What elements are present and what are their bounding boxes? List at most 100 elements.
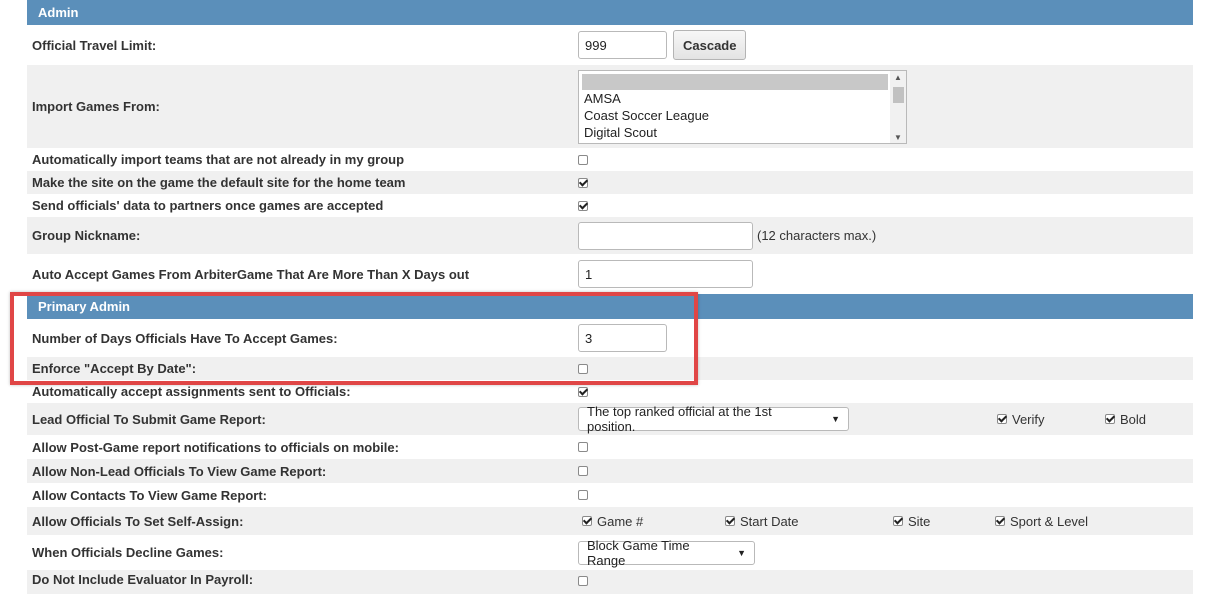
enforce-accept-by-control xyxy=(578,357,588,380)
self-assign-site-label: Site xyxy=(908,513,931,529)
self-assign-option-start-date[interactable]: Start Date xyxy=(725,514,799,529)
row-import-games: Import Games From: AMSA Coast Soccer Lea… xyxy=(27,65,1193,148)
group-nickname-controls: (12 characters max.) xyxy=(578,217,876,254)
lead-official-select[interactable]: The top ranked official at the 1st posit… xyxy=(578,404,849,434)
auto-accept-assignments-control xyxy=(578,380,588,403)
exclude-evaluator-control xyxy=(578,570,588,594)
travel-limit-input[interactable]: 999 xyxy=(578,31,667,59)
bold-option[interactable]: Bold xyxy=(1105,412,1146,427)
group-nickname-label: Group Nickname: xyxy=(32,228,141,243)
auto-accept-days-control: 1 xyxy=(578,254,753,294)
row-auto-import-teams: Automatically import teams that are not … xyxy=(27,148,1193,171)
row-send-officials-data: Send officials' data to partners once ga… xyxy=(27,194,1193,217)
decline-games-select[interactable]: Block Game Time Range ▼ xyxy=(578,537,755,568)
row-group-nickname: Group Nickname: (12 characters max.) xyxy=(27,217,1193,254)
travel-limit-controls: 999 Cascade xyxy=(578,25,747,65)
primary-admin-section-header: Primary Admin xyxy=(27,294,1193,319)
import-games-controls: AMSA Coast Soccer League Digital Scout ▲… xyxy=(578,65,907,148)
non-lead-view-checkbox[interactable] xyxy=(578,466,588,476)
row-default-site: Make the site on the game the default si… xyxy=(27,171,1193,194)
import-games-label: Import Games From: xyxy=(32,99,160,114)
post-game-notifications-label: Allow Post-Game report notifications to … xyxy=(32,439,399,455)
scroll-down-icon[interactable]: ▼ xyxy=(894,133,902,142)
chevron-down-icon: ▼ xyxy=(831,414,840,424)
listbox-option-blank[interactable] xyxy=(582,73,888,90)
auto-import-teams-control xyxy=(578,148,588,171)
scroll-up-icon[interactable]: ▲ xyxy=(894,73,902,82)
enforce-accept-by-checkbox[interactable] xyxy=(578,363,588,374)
self-assign-option-game[interactable]: Game # xyxy=(582,514,643,529)
post-game-notifications-checkbox[interactable] xyxy=(578,442,588,452)
travel-limit-label: Official Travel Limit: xyxy=(32,37,157,53)
self-assign-sport-level-label: Sport & Level xyxy=(1010,513,1089,529)
lead-official-label: Lead Official To Submit Game Report: xyxy=(32,411,266,427)
row-self-assign: Allow Officials To Set Self-Assign: Game… xyxy=(27,507,1193,535)
chevron-down-icon: ▼ xyxy=(737,547,746,558)
enforce-accept-by-label: Enforce "Accept By Date": xyxy=(32,361,197,376)
auto-import-teams-label: Automatically import teams that are not … xyxy=(32,152,405,167)
days-to-accept-label: Number of Days Officials Have To Accept … xyxy=(32,330,338,346)
self-assign-site-checkbox[interactable] xyxy=(893,516,903,526)
exclude-evaluator-label: Do Not Include Evaluator In Payroll: xyxy=(32,572,254,587)
send-officials-data-checkbox[interactable] xyxy=(578,200,588,211)
self-assign-game-label: Game # xyxy=(597,513,644,529)
send-officials-data-control xyxy=(578,194,588,217)
default-site-checkbox[interactable] xyxy=(578,177,588,188)
contacts-view-control xyxy=(578,483,588,507)
exclude-evaluator-checkbox[interactable] xyxy=(578,576,588,586)
row-enforce-accept-by: Enforce "Accept By Date": xyxy=(27,357,1193,380)
days-to-accept-input[interactable]: 3 xyxy=(578,324,667,352)
self-assign-option-site[interactable]: Site xyxy=(893,514,930,529)
listbox-option[interactable]: Coast Soccer League xyxy=(579,107,906,124)
send-officials-data-label: Send officials' data to partners once ga… xyxy=(32,198,384,213)
import-games-listbox[interactable]: AMSA Coast Soccer League Digital Scout ▲… xyxy=(578,69,907,144)
auto-accept-assignments-checkbox[interactable] xyxy=(578,386,588,397)
bold-checkbox[interactable] xyxy=(1105,414,1115,424)
group-nickname-input[interactable] xyxy=(578,221,753,250)
scroll-thumb[interactable] xyxy=(893,86,904,103)
auto-accept-assignments-label: Automatically accept assignments sent to… xyxy=(32,384,351,399)
verify-label: Verify xyxy=(1012,411,1045,427)
auto-accept-days-input[interactable]: 1 xyxy=(578,260,753,288)
self-assign-label: Allow Officials To Set Self-Assign: xyxy=(32,513,244,529)
decline-games-label: When Officials Decline Games: xyxy=(32,545,224,560)
self-assign-start-date-label: Start Date xyxy=(740,513,799,529)
lead-official-controls: The top ranked official at the 1st posit… xyxy=(578,403,849,435)
verify-option[interactable]: Verify xyxy=(997,412,1045,427)
listbox-scrollbar[interactable]: ▲ ▼ xyxy=(890,70,906,143)
contacts-view-label: Allow Contacts To View Game Report: xyxy=(32,487,267,503)
admin-section-header: Admin xyxy=(27,0,1193,25)
self-assign-start-date-checkbox[interactable] xyxy=(725,516,735,526)
auto-import-teams-checkbox[interactable] xyxy=(578,154,588,165)
decline-games-selected: Block Game Time Range xyxy=(587,537,690,568)
self-assign-option-sport-level[interactable]: Sport & Level xyxy=(995,514,1088,529)
post-game-notifications-control xyxy=(578,435,588,459)
group-nickname-note: (12 characters max.) xyxy=(757,228,877,243)
row-auto-accept-assignments: Automatically accept assignments sent to… xyxy=(27,380,1193,403)
row-travel-limit: Official Travel Limit: 999 Cascade xyxy=(27,25,1193,65)
row-lead-official: Lead Official To Submit Game Report: The… xyxy=(27,403,1193,435)
verify-checkbox[interactable] xyxy=(997,414,1007,424)
auto-accept-days-label: Auto Accept Games From ArbiterGame That … xyxy=(32,266,470,282)
listbox-option[interactable]: AMSA xyxy=(579,90,906,107)
decline-games-control: Block Game Time Range ▼ xyxy=(578,535,755,570)
row-days-to-accept: Number of Days Officials Have To Accept … xyxy=(27,319,1193,357)
default-site-control xyxy=(578,171,588,194)
row-contacts-view: Allow Contacts To View Game Report: xyxy=(27,483,1193,507)
non-lead-view-control xyxy=(578,459,588,483)
cascade-button[interactable]: Cascade xyxy=(673,30,747,60)
contacts-view-checkbox[interactable] xyxy=(578,490,588,500)
row-auto-accept-days: Auto Accept Games From ArbiterGame That … xyxy=(27,254,1193,294)
row-exclude-evaluator: Do Not Include Evaluator In Payroll: xyxy=(27,570,1193,594)
row-post-game-notifications: Allow Post-Game report notifications to … xyxy=(27,435,1193,459)
default-site-label: Make the site on the game the default si… xyxy=(32,175,406,190)
self-assign-game-checkbox[interactable] xyxy=(582,516,592,526)
listbox-option[interactable]: Digital Scout xyxy=(579,124,906,141)
row-non-lead-view: Allow Non-Lead Officials To View Game Re… xyxy=(27,459,1193,483)
bold-label: Bold xyxy=(1120,411,1147,427)
settings-panel: Admin Official Travel Limit: 999 Cascade… xyxy=(27,0,1193,594)
lead-official-selected: The top ranked official at the 1st posit… xyxy=(587,404,772,434)
days-to-accept-control: 3 xyxy=(578,319,667,357)
row-decline-games: When Officials Decline Games: Block Game… xyxy=(27,535,1193,570)
self-assign-sport-level-checkbox[interactable] xyxy=(995,516,1005,526)
